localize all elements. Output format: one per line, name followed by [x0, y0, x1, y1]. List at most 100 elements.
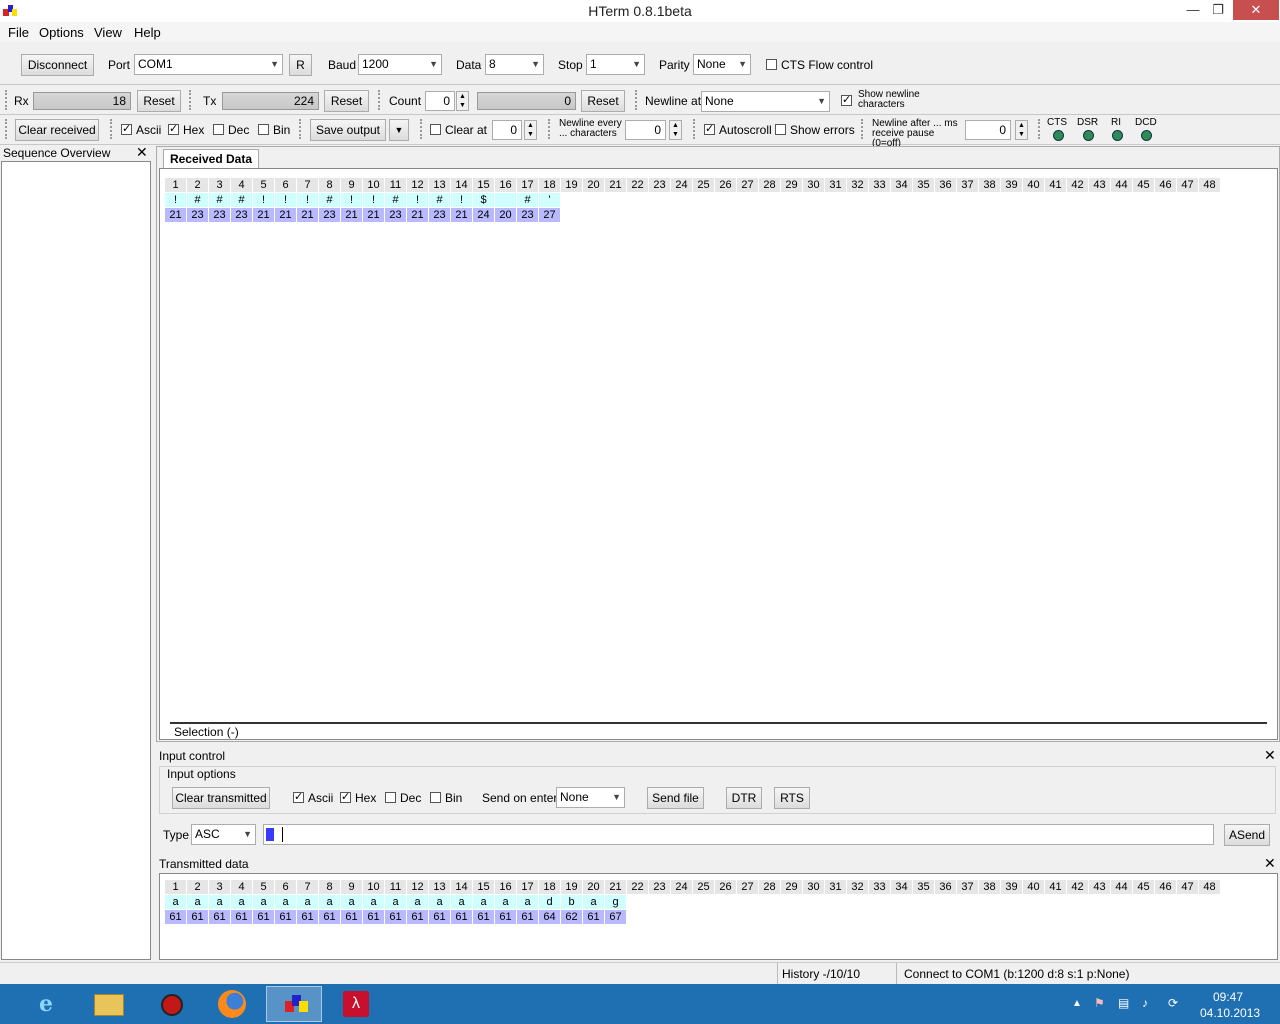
- explorer-icon[interactable]: [80, 986, 136, 1022]
- acrobat-icon[interactable]: λ: [328, 986, 384, 1022]
- tx-hex-checkbox[interactable]: ✓: [340, 792, 351, 803]
- restore-button[interactable]: ❐: [1203, 0, 1233, 20]
- toolbar-grip[interactable]: [1038, 119, 1043, 139]
- hex-cell[interactable]: 21: [275, 208, 296, 222]
- reset-tx-button[interactable]: Reset: [324, 90, 369, 112]
- ascii-cell[interactable]: a: [341, 895, 362, 909]
- hex-cell[interactable]: 21: [165, 208, 186, 222]
- hex-cell[interactable]: 61: [275, 910, 296, 924]
- toolbar-grip[interactable]: [189, 90, 194, 110]
- hex-cell[interactable]: 23: [517, 208, 538, 222]
- ascii-cell[interactable]: a: [495, 895, 516, 909]
- ascii-cell[interactable]: d: [539, 895, 560, 909]
- hex-cell[interactable]: 23: [385, 208, 406, 222]
- port-select[interactable]: COM1 ▼: [134, 54, 283, 75]
- ascii-cell[interactable]: !: [341, 193, 362, 207]
- hex-cell[interactable]: 20: [495, 208, 516, 222]
- autoscroll-checkbox[interactable]: ✓: [704, 124, 715, 135]
- firefox-icon[interactable]: [204, 986, 260, 1022]
- hex-cell[interactable]: 61: [253, 910, 274, 924]
- ascii-cell[interactable]: !: [165, 193, 186, 207]
- save-output-button[interactable]: Save output: [310, 119, 386, 141]
- hex-cell[interactable]: 61: [363, 910, 384, 924]
- cts-flow-checkbox[interactable]: [766, 59, 777, 70]
- ascii-cell[interactable]: a: [407, 895, 428, 909]
- hex-cell[interactable]: 64: [539, 910, 560, 924]
- hex-cell[interactable]: 61: [495, 910, 516, 924]
- ascii-cell[interactable]: b: [561, 895, 582, 909]
- ascii-cell[interactable]: a: [297, 895, 318, 909]
- toolbar-grip[interactable]: [693, 119, 698, 139]
- clear-at-spinner[interactable]: ▲ ▼: [524, 120, 537, 140]
- rx-ascii-checkbox[interactable]: ✓: [121, 124, 132, 135]
- hex-cell[interactable]: 61: [407, 910, 428, 924]
- hex-cell[interactable]: 61: [165, 910, 186, 924]
- ascii-cell[interactable]: a: [231, 895, 252, 909]
- hex-cell[interactable]: 61: [517, 910, 538, 924]
- parity-select[interactable]: None ▼: [693, 54, 751, 75]
- send-input[interactable]: [263, 824, 1214, 845]
- newline-every-spinner[interactable]: ▲ ▼: [669, 120, 682, 140]
- input-type-select[interactable]: ASC ▼: [191, 824, 256, 845]
- clear-at-checkbox[interactable]: [430, 124, 441, 135]
- toolbar-grip[interactable]: [420, 119, 425, 139]
- newline-after-input[interactable]: 0: [965, 120, 1011, 140]
- tx-bin-checkbox[interactable]: [430, 792, 441, 803]
- ascii-cell[interactable]: #: [209, 193, 230, 207]
- hex-cell[interactable]: 21: [297, 208, 318, 222]
- ascii-cell[interactable]: !: [297, 193, 318, 207]
- ascii-cell[interactable]: a: [363, 895, 384, 909]
- close-icon[interactable]: ✕: [1264, 855, 1276, 872]
- clock-date[interactable]: 04.10.2013: [1200, 1006, 1260, 1020]
- hex-cell[interactable]: 61: [429, 910, 450, 924]
- dtr-button[interactable]: DTR: [726, 787, 762, 809]
- menu-view[interactable]: View: [94, 25, 122, 40]
- data-bits-select[interactable]: 8 ▼: [485, 54, 544, 75]
- sync-icon[interactable]: ⟳: [1168, 996, 1178, 1010]
- ascii-cell[interactable]: #: [429, 193, 450, 207]
- disconnect-button[interactable]: Disconnect: [21, 54, 94, 76]
- hex-cell[interactable]: 21: [407, 208, 428, 222]
- show-newline-checkbox[interactable]: ✓: [841, 95, 852, 106]
- ascii-cell[interactable]: $: [473, 193, 494, 207]
- newline-at-select[interactable]: None ▼: [701, 91, 830, 112]
- ascii-cell[interactable]: a: [385, 895, 406, 909]
- hex-cell[interactable]: 21: [451, 208, 472, 222]
- ascii-cell[interactable]: #: [517, 193, 538, 207]
- volume-icon[interactable]: ♪: [1142, 996, 1148, 1010]
- rts-button[interactable]: RTS: [774, 787, 810, 809]
- newline-every-input[interactable]: 0: [625, 120, 666, 140]
- ascii-cell[interactable]: g: [605, 895, 626, 909]
- ascii-cell[interactable]: a: [473, 895, 494, 909]
- stop-bits-select[interactable]: 1 ▼: [586, 54, 645, 75]
- ascii-cell[interactable]: !: [451, 193, 472, 207]
- clear-at-input[interactable]: 0: [492, 120, 522, 140]
- toolbar-grip[interactable]: [5, 90, 10, 110]
- ascii-cell[interactable]: !: [363, 193, 384, 207]
- send-file-button[interactable]: Send file: [647, 787, 704, 809]
- hex-cell[interactable]: 61: [451, 910, 472, 924]
- toolbar-grip[interactable]: [378, 90, 383, 110]
- clear-received-button[interactable]: Clear received: [15, 119, 99, 141]
- hex-cell[interactable]: 27: [539, 208, 560, 222]
- newline-after-spinner[interactable]: ▲ ▼: [1015, 120, 1028, 140]
- ascii-cell[interactable]: a: [253, 895, 274, 909]
- menu-file[interactable]: File: [8, 25, 29, 40]
- hex-cell[interactable]: 61: [319, 910, 340, 924]
- rx-hex-checkbox[interactable]: ✓: [168, 124, 179, 135]
- tray-expand-icon[interactable]: ▲: [1072, 998, 1082, 1009]
- ascii-cell[interactable]: a: [275, 895, 296, 909]
- toolbar-grip[interactable]: [635, 90, 640, 110]
- reset-count-button[interactable]: Reset: [581, 90, 625, 112]
- ascii-cell[interactable]: a: [209, 895, 230, 909]
- hex-cell[interactable]: 23: [429, 208, 450, 222]
- hex-cell[interactable]: 61: [231, 910, 252, 924]
- ascii-cell[interactable]: #: [319, 193, 340, 207]
- hex-cell[interactable]: 23: [231, 208, 252, 222]
- hex-cell[interactable]: 61: [187, 910, 208, 924]
- ascii-cell[interactable]: a: [517, 895, 538, 909]
- toolbar-grip[interactable]: [548, 119, 553, 139]
- hex-cell[interactable]: 23: [319, 208, 340, 222]
- clear-transmitted-button[interactable]: Clear transmitted: [172, 787, 270, 809]
- rx-dec-checkbox[interactable]: [213, 124, 224, 135]
